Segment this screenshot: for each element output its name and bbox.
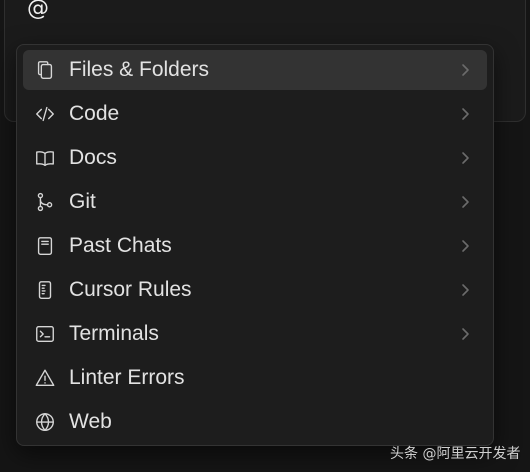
menu-item-label: Cursor Rules <box>69 278 192 301</box>
menu-item-label: Docs <box>69 146 117 169</box>
rules-icon <box>33 278 57 302</box>
menu-item-label: Terminals <box>69 322 159 345</box>
menu-item-docs[interactable]: Docs <box>23 138 487 178</box>
terminal-icon <box>33 322 57 346</box>
notebook-icon <box>33 234 57 258</box>
menu-item-label: Past Chats <box>69 234 172 257</box>
menu-item-label: Git <box>69 190 96 213</box>
menu-item-label: Linter Errors <box>69 366 185 389</box>
chevron-right-icon <box>457 194 473 210</box>
chevron-right-icon <box>457 62 473 78</box>
menu-item-label: Code <box>69 102 120 125</box>
mention-menu: Files & Folders Code Docs Git Past Chats… <box>16 44 494 446</box>
menu-item-label: Web <box>69 410 112 433</box>
warning-icon <box>33 366 57 390</box>
chevron-right-icon <box>457 238 473 254</box>
chevron-right-icon <box>457 106 473 122</box>
menu-item-web[interactable]: Web <box>23 402 487 442</box>
menu-item-files-folders[interactable]: Files & Folders <box>23 50 487 90</box>
app-root: @ Files & Folders Code Docs Git Past Cha… <box>0 0 530 472</box>
chat-input-text: @ <box>27 0 49 21</box>
menu-item-linter-errors[interactable]: Linter Errors <box>23 358 487 398</box>
menu-item-git[interactable]: Git <box>23 182 487 222</box>
menu-item-cursor-rules[interactable]: Cursor Rules <box>23 270 487 310</box>
chevron-right-icon <box>457 282 473 298</box>
globe-icon <box>33 410 57 434</box>
git-branch-icon <box>33 190 57 214</box>
code-icon <box>33 102 57 126</box>
chevron-right-icon <box>457 150 473 166</box>
chevron-right-icon <box>457 326 473 342</box>
menu-item-label: Files & Folders <box>69 58 210 81</box>
menu-item-past-chats[interactable]: Past Chats <box>23 226 487 266</box>
menu-item-terminals[interactable]: Terminals <box>23 314 487 354</box>
files-icon <box>33 58 57 82</box>
menu-item-code[interactable]: Code <box>23 94 487 134</box>
watermark-text: 头条 @阿里云开发者 <box>390 446 521 462</box>
book-icon <box>33 146 57 170</box>
